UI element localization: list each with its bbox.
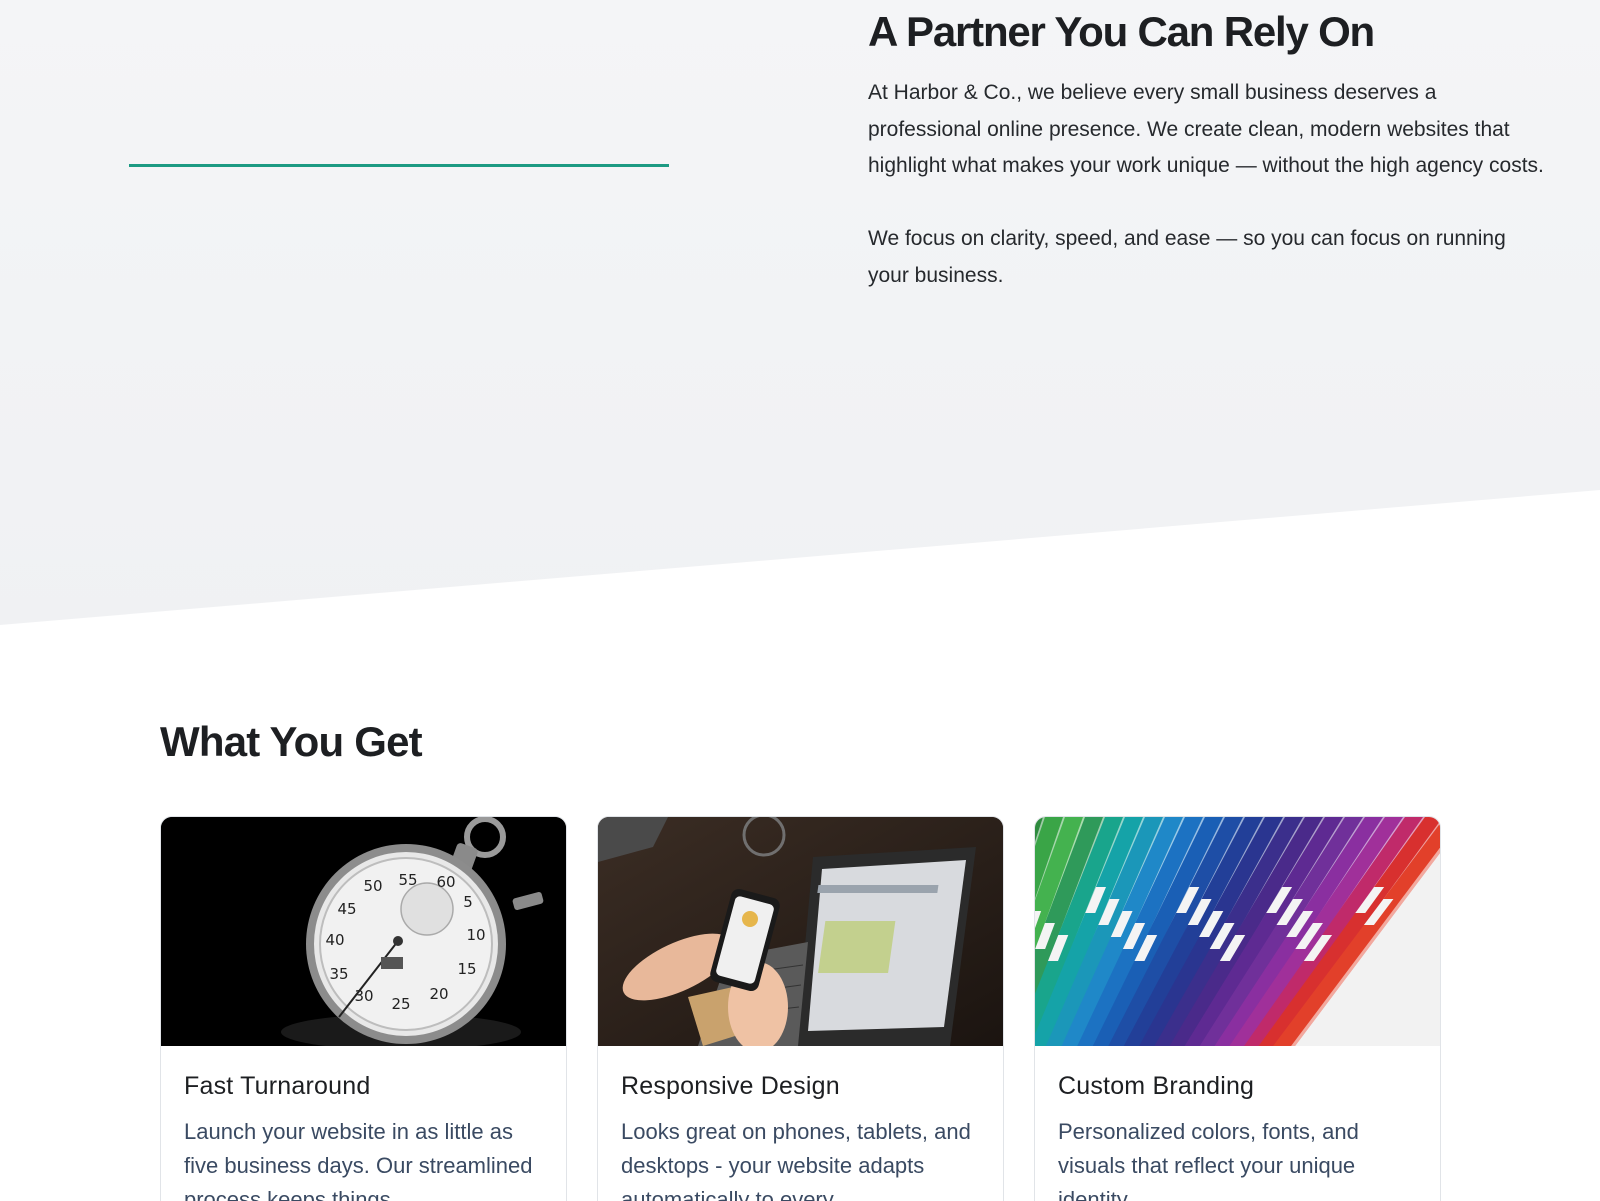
card-title: Fast Turnaround	[184, 1072, 371, 1100]
svg-text:50: 50	[363, 877, 382, 895]
svg-text:5: 5	[463, 893, 473, 911]
hero-paragraph: At Harbor & Co., we believe every small …	[868, 81, 1544, 178]
svg-text:20: 20	[429, 985, 448, 1003]
svg-text:40: 40	[325, 931, 344, 949]
svg-text:60: 60	[436, 873, 455, 891]
svg-text:45: 45	[337, 900, 356, 918]
feature-card-fast-turnaround: 55 60 5 10 15 20 25 30 35 40 45 50 Fast …	[160, 816, 567, 1201]
hero-paragraph: We focus on clarity, speed, and ease — s…	[868, 227, 1506, 287]
hero-title: A Partner You Can Rely On	[868, 8, 1375, 55]
color-swatches-photo	[1035, 817, 1440, 1046]
feature-card-custom-branding: Custom Branding Personalized colors, fon…	[1034, 816, 1441, 1201]
card-title: Custom Branding	[1058, 1072, 1255, 1100]
svg-text:35: 35	[329, 965, 348, 983]
card-text: Looks great on phones, tablets, and desk…	[621, 1119, 971, 1201]
features-title: What You Get	[160, 718, 423, 765]
svg-text:25: 25	[391, 995, 410, 1013]
card-text: Launch your website in as little as five…	[184, 1119, 533, 1201]
card-text: Personalized colors, fonts, and visuals …	[1058, 1119, 1359, 1201]
svg-text:15: 15	[457, 960, 476, 978]
card-title: Responsive Design	[621, 1072, 840, 1100]
hero-body: At Harbor & Co., we believe every small …	[868, 75, 1548, 331]
stopwatch-photo: 55 60 5 10 15 20 25 30 35 40 45 50	[161, 817, 566, 1046]
accent-divider	[129, 164, 669, 167]
feature-card-responsive-design: Responsive Design Looks great on phones,…	[597, 816, 1004, 1201]
svg-text:30: 30	[354, 987, 373, 1005]
svg-text:10: 10	[466, 926, 485, 944]
laptop-phone-photo	[598, 817, 1003, 1046]
svg-text:55: 55	[398, 871, 417, 889]
